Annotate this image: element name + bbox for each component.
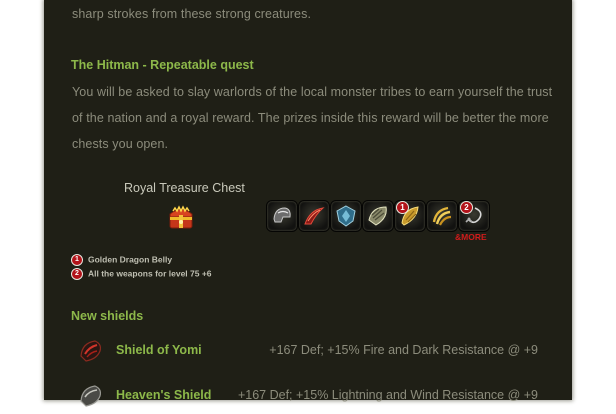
red-blade-icon[interactable] [298,200,330,232]
royal-treasure-chest-title: Royal Treasure Chest [124,181,245,195]
legend-label: All the weapons for level 75 +6 [88,268,212,279]
more-rewards-link[interactable]: &MORE [455,232,487,242]
armor-piece-icon[interactable] [362,200,394,232]
hitman-description-line-2: of the nation and a royal reward. The pr… [72,111,549,125]
legend-label: Golden Dragon Belly [88,254,173,265]
reward-badge-1: 1 [396,201,409,214]
helmet-icon[interactable] [266,200,298,232]
shield-row: Shield of Yomi +167 Def; +15% Fire and D… [71,336,541,368]
hitman-description-line-1: You will be asked to slay warlords of th… [72,85,553,99]
hitman-quest-title: The Hitman - Repeatable quest [71,58,254,72]
legend-badge: 2 [71,268,83,280]
shield-name[interactable]: Shield of Yomi [116,343,202,357]
grey-shield-icon[interactable] [78,383,104,409]
blue-shield-icon[interactable] [330,200,362,232]
hitman-description-line-3: chests you open. [72,137,169,151]
reward-badge-2: 2 [460,201,473,214]
legend-item: 2 All the weapons for level 75 +6 [71,268,212,280]
dark-shield-icon[interactable] [78,338,104,364]
legend-badge: 1 [71,254,83,266]
new-shields-title: New shields [71,309,144,323]
legend-item: 1 Golden Dragon Belly [71,254,172,266]
treasure-chest-icon[interactable] [166,205,196,231]
shield-row: Heaven's Shield +167 Def; +15% Lightning… [71,381,541,413]
intro-tail-text: sharp strokes from these strong creature… [72,7,312,21]
golden-claws-icon[interactable] [426,200,458,232]
shield-stats: +167 Def; +15% Fire and Dark Resistance … [269,343,538,357]
